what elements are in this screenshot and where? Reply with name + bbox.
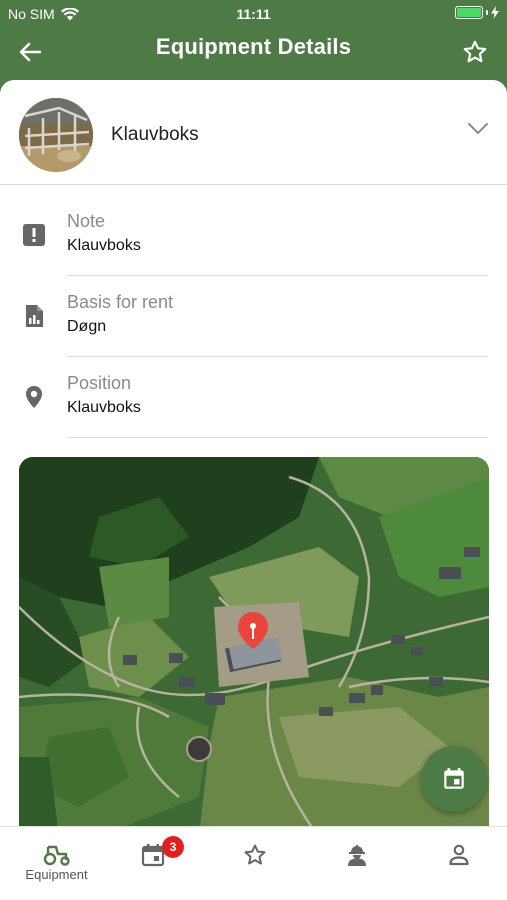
worker-icon (347, 845, 366, 866)
detail-label: Note (67, 211, 106, 231)
detail-value: Døgn (67, 318, 107, 335)
equipment-avatar (19, 98, 93, 172)
bottom-tab-bar: Equipment 3 (0, 826, 507, 900)
notification-badge: 3 (162, 836, 184, 858)
favorite-button[interactable] (459, 36, 491, 68)
detail-label: Basis for rent (67, 292, 174, 312)
star-outline-icon (244, 844, 265, 865)
alert-box-icon (22, 223, 46, 247)
tab-bookings[interactable]: 3 (102, 827, 203, 900)
equipment-name: Klauvboks (111, 124, 199, 145)
person-icon (448, 844, 469, 866)
calendar-icon (444, 768, 464, 789)
report-file-icon (22, 304, 46, 328)
battery-indicator (455, 6, 499, 19)
detail-value: Klauvboks (67, 399, 141, 416)
page-title: Equipment Details (155, 34, 352, 59)
chevron-down-icon[interactable] (467, 122, 489, 141)
tractor-icon (43, 845, 70, 866)
location-pin-icon (22, 385, 46, 409)
tab-operator[interactable] (306, 827, 407, 900)
status-bar: No SIM 11:11 (0, 0, 507, 28)
tab-label: Equipment (25, 867, 88, 882)
calendar-icon (141, 844, 164, 867)
detail-row-note: Note Klauvboks (0, 195, 507, 276)
tab-profile[interactable] (408, 827, 507, 900)
detail-row-basis-for-rent: Basis for rent Døgn (0, 276, 507, 357)
detail-row-position: Position Klauvboks (0, 357, 507, 438)
app-header: Equipment Details (0, 28, 507, 80)
star-outline-icon (463, 40, 487, 63)
book-calendar-button[interactable] (421, 746, 487, 812)
equipment-selector[interactable]: Klauvboks (0, 80, 507, 185)
charging-bolt-icon (491, 6, 499, 19)
detail-label: Position (67, 373, 132, 393)
tab-equipment[interactable]: Equipment (6, 827, 107, 900)
tab-favorites[interactable] (204, 827, 305, 900)
detail-value: Klauvboks (67, 237, 141, 254)
details-card: Klauvboks Note Klauvboks Basis for rent … (0, 80, 507, 826)
battery-icon (455, 6, 483, 19)
status-time: 11:11 (236, 6, 271, 22)
satellite-map[interactable] (19, 457, 489, 826)
